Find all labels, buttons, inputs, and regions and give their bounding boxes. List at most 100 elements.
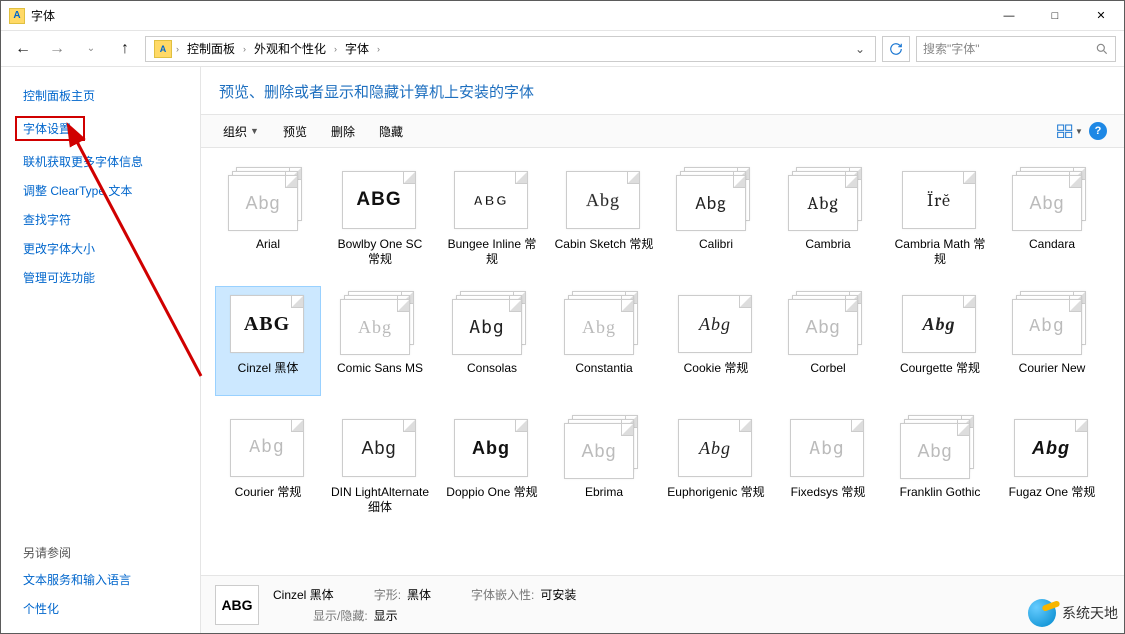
style-value: 黑体 <box>407 588 431 602</box>
sidebar-link-personalization[interactable]: 个性化 <box>23 600 182 617</box>
hide-button[interactable]: 隐藏 <box>369 119 413 144</box>
font-label: Bowlby One SC 常规 <box>330 237 430 267</box>
preview-button[interactable]: 预览 <box>273 119 317 144</box>
font-item[interactable]: AbgConsolas <box>439 286 545 396</box>
app-icon: A <box>9 8 25 24</box>
sidebar-link-optional-features[interactable]: 管理可选功能 <box>23 269 182 286</box>
font-sample-text: Abg <box>249 438 284 458</box>
font-item[interactable]: Abg Cabin Sketch 常规 <box>551 162 657 272</box>
font-preview-tile: Abg <box>788 415 868 479</box>
font-sample-text: Abg <box>361 438 396 459</box>
refresh-icon <box>889 42 903 56</box>
font-item[interactable]: AbgCorbel <box>775 286 881 396</box>
font-item[interactable]: AbgCourier New <box>999 286 1105 396</box>
font-sample-text: Abg <box>472 438 510 459</box>
search-input[interactable]: 搜索"字体" <box>916 36 1116 62</box>
font-preview-tile: Abg <box>788 167 868 231</box>
close-button[interactable]: ✕ <box>1078 1 1124 31</box>
font-item[interactable]: AbgConstantia <box>551 286 657 396</box>
font-sample-text: Abg <box>807 193 838 214</box>
forward-button[interactable]: → <box>43 35 71 63</box>
organize-button[interactable]: 组织 ▼ <box>213 119 269 144</box>
font-label: Courier 常规 <box>235 485 302 515</box>
sidebar-link-home[interactable]: 控制面板主页 <box>23 87 182 104</box>
font-item[interactable]: AbgComic Sans MS <box>327 286 433 396</box>
font-sample-text: Abg <box>1029 193 1064 214</box>
font-item[interactable]: AbgCalibri <box>663 162 769 272</box>
font-item[interactable]: Abg Arial <box>215 162 321 272</box>
view-options-button[interactable]: ▼ <box>1056 119 1084 143</box>
chevron-right-icon[interactable]: › <box>176 44 179 54</box>
font-sample-text: Abg <box>245 193 280 214</box>
navigation-bar: ← → ⌄ ↑ A › 控制面板 › 外观和个性化 › 字体 › ⌄ 搜索"字体… <box>1 31 1124 67</box>
details-thumbnail: ABG <box>215 585 259 625</box>
font-sample-text: Abg <box>699 438 731 459</box>
showhide-value: 显示 <box>374 609 398 623</box>
font-preview-tile: Abg <box>564 291 644 355</box>
font-preview-tile: ABG <box>452 167 532 231</box>
sidebar-link-text-services[interactable]: 文本服务和输入语言 <box>23 571 182 588</box>
toolbar: 组织 ▼ 预览 删除 隐藏 ▼ ? <box>201 114 1124 148</box>
help-icon: ? <box>1089 122 1107 140</box>
window-title: 字体 <box>31 7 55 24</box>
font-item[interactable]: ABGCinzel 黑体 <box>215 286 321 396</box>
font-label: Cookie 常规 <box>684 361 749 391</box>
font-item[interactable]: Abg Courier 常规 <box>215 410 321 520</box>
details-font-name: Cinzel 黑体 <box>273 586 334 603</box>
sidebar-link-find-char[interactable]: 查找字符 <box>23 211 182 228</box>
maximize-button[interactable]: □ <box>1032 1 1078 31</box>
font-item[interactable]: AbgEbrima <box>551 410 657 520</box>
font-item[interactable]: AbgFixedsys 常规 <box>775 410 881 520</box>
font-item[interactable]: AbgDoppio One 常规 <box>439 410 545 520</box>
font-item[interactable]: ÏrĕCambria Math 常规 <box>887 162 993 272</box>
font-item[interactable]: AbgFranklin Gothic <box>887 410 993 520</box>
font-preview-tile: Abg <box>900 291 980 355</box>
sidebar-link-more-fonts[interactable]: 联机获取更多字体信息 <box>23 153 182 170</box>
sidebar-link-change-size[interactable]: 更改字体大小 <box>23 240 182 257</box>
font-label: Cabin Sketch 常规 <box>555 237 654 267</box>
font-preview-tile: Ïrĕ <box>900 167 980 231</box>
font-sample-text: Abg <box>922 314 955 335</box>
font-item[interactable]: AbgDIN LightAlternate 细体 <box>327 410 433 520</box>
title-bar: A 字体 — □ ✕ <box>1 1 1124 31</box>
breadcrumb-item[interactable]: 字体 <box>341 40 373 57</box>
font-preview-tile: Abg <box>340 415 420 479</box>
font-grid[interactable]: AbgArialABGBowlby One SC 常规ABGBungee Inl… <box>201 148 1124 575</box>
help-button[interactable]: ? <box>1084 119 1112 143</box>
font-sample-text: ABG <box>244 313 290 336</box>
up-button[interactable]: ↑ <box>111 35 139 63</box>
breadcrumb-item[interactable]: 控制面板 <box>183 40 239 57</box>
back-button[interactable]: ← <box>9 35 37 63</box>
search-placeholder: 搜索"字体" <box>923 40 980 57</box>
chevron-right-icon[interactable]: › <box>334 44 337 54</box>
font-item[interactable]: AbgCandara <box>999 162 1105 272</box>
font-item[interactable]: AbgEuphorigenic 常规 <box>663 410 769 520</box>
font-sample-text: Abg <box>469 317 505 338</box>
font-item[interactable]: AbgFugaz One 常规 <box>999 410 1105 520</box>
font-label: Arial <box>256 237 280 267</box>
chevron-right-icon[interactable]: › <box>377 44 380 54</box>
font-item[interactable]: ABGBungee Inline 常规 <box>439 162 545 272</box>
font-item[interactable]: ABGBowlby One SC 常规 <box>327 162 433 272</box>
font-item[interactable]: AbgCookie 常规 <box>663 286 769 396</box>
refresh-button[interactable] <box>882 36 910 62</box>
font-sample-text: Abg <box>586 190 620 211</box>
font-label: Franklin Gothic <box>900 485 981 515</box>
recent-dropdown[interactable]: ⌄ <box>77 35 105 63</box>
sidebar-link-font-settings[interactable]: 字体设置 <box>15 116 85 141</box>
font-item[interactable]: AbgCambria <box>775 162 881 272</box>
font-preview-tile: Abg <box>564 415 644 479</box>
address-bar[interactable]: A › 控制面板 › 外观和个性化 › 字体 › ⌄ <box>145 36 876 62</box>
delete-button[interactable]: 删除 <box>321 119 365 144</box>
font-item[interactable]: AbgCourgette 常规 <box>887 286 993 396</box>
sidebar-link-cleartype[interactable]: 调整 ClearType 文本 <box>23 182 182 199</box>
font-sample-text: Abg <box>1032 438 1070 459</box>
minimize-button[interactable]: — <box>986 1 1032 31</box>
breadcrumb-item[interactable]: 外观和个性化 <box>250 40 330 57</box>
search-icon <box>1095 42 1109 56</box>
address-dropdown[interactable]: ⌄ <box>849 42 871 56</box>
chevron-right-icon[interactable]: › <box>243 44 246 54</box>
font-preview-tile: Abg <box>228 167 308 231</box>
font-preview-tile: Abg <box>676 415 756 479</box>
font-sample-text: Abg <box>581 441 616 462</box>
